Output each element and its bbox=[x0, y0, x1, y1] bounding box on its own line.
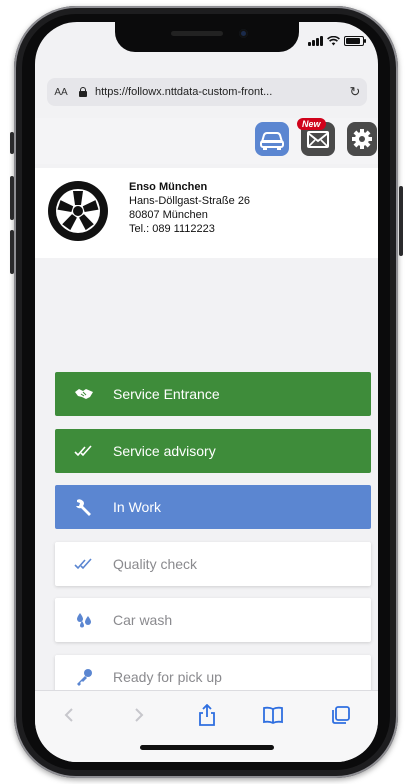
dealer-address: Enso München Hans-Döllgast-Straße 26 808… bbox=[129, 180, 250, 236]
speaker bbox=[171, 31, 223, 36]
tabs-icon[interactable] bbox=[329, 703, 353, 727]
step-label: In Work bbox=[113, 499, 161, 515]
url-text[interactable]: https://followx.nttdata-custom-front... bbox=[95, 86, 343, 98]
mute-switch bbox=[10, 132, 14, 154]
battery-icon bbox=[344, 36, 366, 46]
share-icon[interactable] bbox=[195, 703, 219, 727]
front-camera bbox=[239, 29, 248, 38]
wifi-icon bbox=[327, 36, 340, 46]
step-label: Quality check bbox=[113, 555, 198, 572]
step-car-wash[interactable]: Car wash bbox=[55, 598, 371, 642]
handshake-icon bbox=[55, 386, 113, 402]
new-badge: New bbox=[297, 118, 326, 130]
forward-icon[interactable] bbox=[127, 703, 151, 727]
dealer-phone[interactable]: Tel.: 089 1112223 bbox=[129, 222, 250, 236]
double-check-icon bbox=[55, 557, 113, 571]
screen: AA https://followx.nttdata-custom-front.… bbox=[35, 22, 378, 762]
gear-icon bbox=[352, 129, 372, 149]
reload-icon[interactable]: ↻ bbox=[343, 84, 367, 100]
bookmarks-icon[interactable] bbox=[261, 703, 285, 727]
step-label: Car wash bbox=[113, 612, 173, 628]
back-icon[interactable] bbox=[57, 703, 81, 727]
step-service-entrance[interactable]: Service Entrance bbox=[55, 372, 371, 416]
wrench-icon bbox=[55, 497, 113, 517]
dealer-card: Enso München Hans-Döllgast-Straße 26 808… bbox=[35, 168, 378, 258]
signal-icon bbox=[308, 36, 323, 46]
text-size-button[interactable]: AA bbox=[47, 87, 75, 98]
key-icon bbox=[55, 667, 113, 687]
volume-up-button bbox=[10, 176, 14, 220]
home-indicator[interactable] bbox=[140, 745, 274, 750]
status-bar bbox=[308, 36, 366, 46]
lock-icon bbox=[79, 87, 87, 97]
step-label: Service advisory bbox=[113, 442, 216, 459]
double-check-icon bbox=[55, 444, 113, 458]
step-service-advisory[interactable]: Service advisory bbox=[55, 428, 371, 473]
water-drops-icon bbox=[55, 611, 113, 629]
notch bbox=[115, 22, 299, 52]
app-header: New bbox=[35, 118, 378, 164]
step-quality-check[interactable]: Quality check bbox=[55, 541, 371, 586]
dealer-city: 80807 München bbox=[129, 209, 208, 221]
address-bar[interactable]: AA https://followx.nttdata-custom-front.… bbox=[47, 78, 367, 106]
settings-button[interactable] bbox=[347, 122, 377, 156]
volume-down-button bbox=[10, 230, 14, 274]
step-label: Service Entrance bbox=[113, 386, 220, 402]
power-button bbox=[399, 186, 403, 256]
dealer-name: Enso München bbox=[129, 181, 208, 193]
step-in-work[interactable]: In Work bbox=[55, 485, 371, 529]
car-icon bbox=[260, 132, 284, 150]
browser-toolbar bbox=[35, 690, 378, 762]
tyre-logo bbox=[48, 181, 108, 241]
step-label: Ready for pick up bbox=[113, 668, 222, 685]
dealer-street: Hans-Döllgast-Straße 26 bbox=[129, 195, 251, 207]
status-steps: Service Entrance Service advisory In Wor… bbox=[55, 372, 371, 711]
car-button[interactable] bbox=[255, 122, 289, 156]
